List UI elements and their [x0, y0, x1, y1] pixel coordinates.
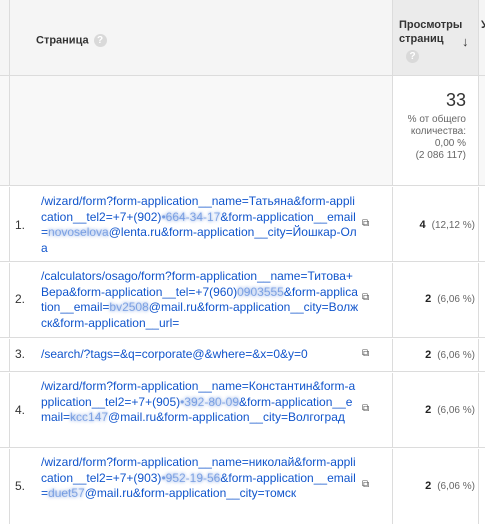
table-row: 2. /calculators/osago/form?form-applicat… [0, 263, 485, 338]
table-row: 5. /wizard/form?form-application__name=н… [0, 449, 485, 524]
help-icon[interactable]: ? [93, 34, 107, 47]
open-external-icon[interactable]: ⧉ [362, 348, 369, 359]
next-column-label: У [481, 19, 485, 31]
row-value: 2 (6,06 %) [425, 480, 475, 492]
totals-pageviews-cell: 33 % от общего количества: 0,00 % (2 086… [393, 76, 479, 186]
page-url-link[interactable]: /wizard/form?form-application__name=Тать… [41, 194, 359, 256]
url-redacted: •392-80-09 [180, 394, 240, 409]
page-column-title: Страница? [36, 34, 107, 47]
sort-descending-icon[interactable]: ↓ [462, 34, 469, 49]
row-value: 2 (6,06 %) [425, 293, 475, 305]
url-part: /search/?tags=&q=corporate@&where=&x=0&y… [41, 347, 308, 361]
row-index: 4. [15, 403, 26, 417]
page-url-link[interactable]: /search/?tags=&q=corporate@&where=&x=0&y… [41, 347, 359, 363]
views-count: 2 [425, 349, 432, 361]
help-icon[interactable]: ? [406, 50, 419, 63]
report-table: Страница? Просмотры страниц ↓ ? У 33 % о… [0, 0, 485, 524]
totals-caption-line2: количества: [410, 126, 466, 137]
row-index: 1. [15, 218, 26, 232]
row-index: 5. [15, 479, 26, 493]
views-count: 4 [419, 219, 426, 231]
page-url-link[interactable]: /wizard/form?form-application__name=нико… [41, 455, 359, 502]
views-percent: (6,06 %) [437, 405, 475, 416]
url-redacted: •952-19-56 [161, 470, 221, 485]
open-external-icon[interactable]: ⧉ [362, 403, 369, 414]
row-spacer [0, 449, 10, 524]
page-column-label: Страница [36, 34, 89, 47]
header-pageviews-column[interactable]: Просмотры страниц ↓ ? [393, 0, 479, 76]
url-redacted: 0903555 [237, 284, 284, 299]
row-index: 2. [15, 292, 26, 306]
views-percent: (6,06 %) [437, 350, 475, 361]
pageviews-column-title: Просмотры страниц [399, 18, 469, 46]
open-external-icon[interactable]: ⧉ [362, 479, 369, 490]
table-row: 3. /search/?tags=&q=corporate@&where=&x=… [0, 339, 485, 372]
table-row: 1. /wizard/form?form-application__name=Т… [0, 187, 485, 262]
row-index: 3. [15, 347, 26, 361]
header-next-column[interactable]: У [479, 0, 485, 76]
pageviews-label-line2: страниц [399, 33, 444, 45]
row-value: 4 (12,12 %) [420, 219, 475, 231]
open-external-icon[interactable]: ⧉ [362, 218, 369, 229]
views-percent: (6,06 %) [437, 294, 475, 305]
pageviews-label-line1: Просмотры [399, 19, 463, 31]
url-redacted: •664-34-17 [161, 209, 221, 224]
page-url-link[interactable]: /wizard/form?form-application__name=Конс… [41, 379, 359, 426]
url-part: @mail.ru&form-application__city=томск [84, 486, 297, 500]
totals-page-cell [10, 76, 393, 186]
open-external-icon[interactable]: ⧉ [362, 292, 369, 303]
totals-next-cell [479, 76, 485, 186]
totals-value: 33 [445, 90, 466, 110]
row-spacer [0, 263, 10, 337]
url-redacted: bv2508 [109, 300, 149, 314]
views-percent: (6,06 %) [437, 481, 475, 492]
table-row: 4. /wizard/form?form-application__name=К… [0, 373, 485, 448]
row-value: 2 (6,06 %) [425, 349, 475, 361]
views-count: 2 [425, 293, 432, 305]
totals-caption-line4: (2 086 117) [415, 150, 466, 161]
views-percent: (12,12 %) [431, 220, 475, 231]
views-count: 2 [425, 480, 432, 492]
row-spacer [0, 373, 10, 447]
url-redacted: novoselova [48, 225, 109, 239]
totals-caption-line3: 0,00 % [434, 138, 466, 149]
row-value: 2 (6,06 %) [425, 404, 475, 416]
page-url-link[interactable]: /calculators/osago/form?form-application… [41, 269, 359, 331]
row-spacer [0, 339, 10, 371]
totals-caption-line1: % от общего [407, 114, 466, 125]
row-spacer [0, 187, 10, 261]
totals-spacer [0, 76, 10, 186]
url-part: @mail.ru&form-application__city=Волгогра… [108, 410, 345, 424]
header-page-column[interactable]: Страница? [10, 0, 393, 76]
url-redacted: kcc147 [70, 410, 109, 424]
totals-caption: % от общего количества: 0,00 % (2 086 11… [392, 114, 466, 162]
header-spacer [0, 0, 10, 76]
url-redacted: duet57 [48, 486, 85, 500]
views-count: 2 [425, 404, 432, 416]
